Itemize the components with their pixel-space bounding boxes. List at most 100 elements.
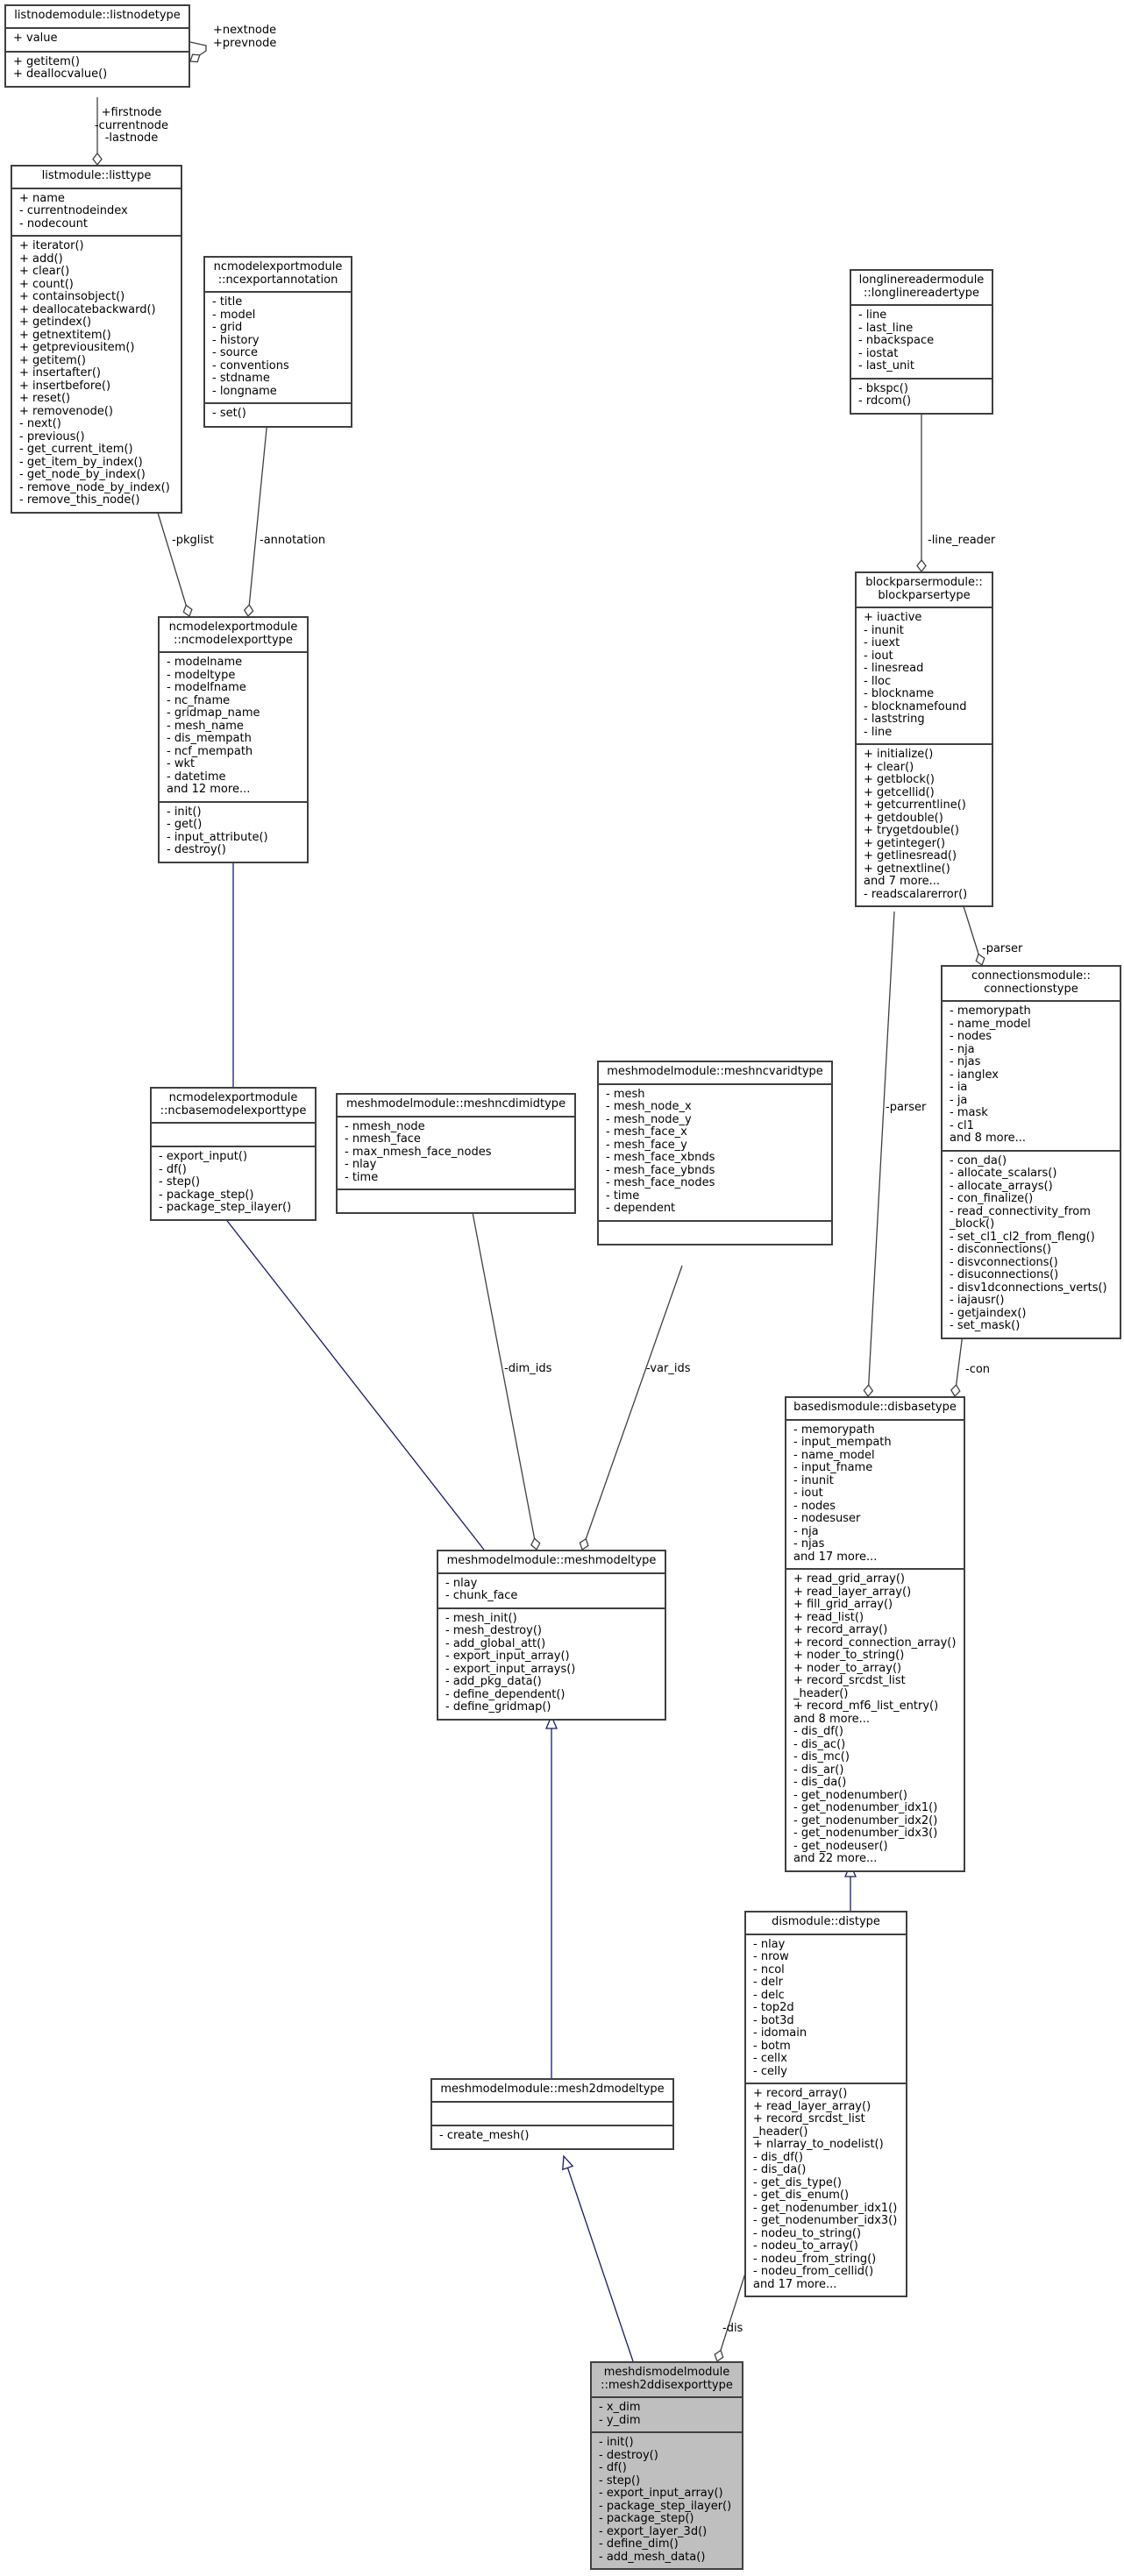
attribute: - stdname	[212, 372, 270, 385]
method: - init()	[599, 2436, 634, 2449]
attribute: - ncf_mempath	[167, 744, 253, 758]
class-box-mesh2ddisexporttype[interactable]: meshdismodelmodule ::mesh2ddisexporttype…	[590, 2361, 743, 2570]
method: - get_dis_enum()	[753, 2189, 850, 2202]
class-methods	[338, 1190, 574, 1212]
aggregation-diamond-icon	[530, 1537, 541, 1551]
class-box-meshncdimidtype[interactable]: meshmodelmodule::meshncdimidtype - nmesh_…	[336, 1093, 576, 1214]
attribute: + value	[13, 31, 58, 45]
class-box-connectionstype[interactable]: connectionsmodule:: connectionstype - mem…	[941, 965, 1121, 1339]
method: - con_finalize()	[950, 1192, 1034, 1205]
method: - add_pkg_data()	[445, 1675, 542, 1688]
class-box-ncbasemodelexporttype[interactable]: ncmodelexportmodule ::ncbasemodelexportt…	[150, 1087, 317, 1221]
attribute: - nbackspace	[858, 334, 935, 347]
association-edge-ncexportannotation-ncmodelexporttype	[243, 410, 269, 618]
attribute: - bot3d	[753, 2013, 794, 2027]
class-box-blockparsertype[interactable]: blockparsermodule:: blockparsertype + iua…	[855, 571, 993, 907]
class-methods: + initialize() + clear() + getblock() + get…	[857, 745, 992, 905]
attribute: - delr	[753, 1976, 784, 1989]
class-box-meshncvaridtype[interactable]: meshmodelmodule::meshncvaridtype - mesh - …	[597, 1061, 833, 1245]
attribute: - modelname	[167, 656, 243, 669]
attribute: - top2d	[753, 2001, 794, 2014]
method: - dis_ac()	[793, 1737, 846, 1751]
more-methods-note: and 8 more...	[793, 1712, 871, 1726]
attribute: - history	[212, 333, 260, 347]
method: + add()	[19, 252, 63, 266]
class-methods: - set()	[205, 404, 351, 426]
class-box-disbasetype[interactable]: basedismodule::disbasetype - memorypath - …	[785, 1396, 965, 1872]
method: - set()	[212, 407, 246, 420]
attribute: - time	[606, 1189, 640, 1203]
attribute: - wkt	[167, 757, 196, 770]
attribute: - nodesuser	[793, 1512, 861, 1525]
attribute: - nmesh_node	[345, 1119, 425, 1133]
class-methods: - init() - destroy() - df() - step() - expor…	[592, 2433, 742, 2568]
class-box-listnodetype[interactable]: listnodemodule::listnodetype + value + get…	[4, 4, 190, 88]
method: + noder_to_string()	[793, 1649, 905, 1662]
class-box-listtype[interactable]: listmodule::listtype + name - currentnodei…	[11, 165, 182, 514]
method: - allocate_scalars()	[950, 1167, 1057, 1180]
attribute: - x_dim	[599, 2401, 641, 2414]
method: + insertafter()	[19, 366, 101, 380]
aggregation-diamond-icon	[189, 53, 201, 63]
class-box-longlinereadertype[interactable]: longlinereadermodule ::longlinereadertyp…	[850, 269, 993, 415]
attribute: - chunk_face	[445, 1589, 518, 1602]
attribute: - idomain	[753, 2026, 807, 2040]
class-box-distype[interactable]: dismodule::distype - nlay - nrow - ncol - de…	[744, 1911, 907, 2297]
method: - read_connectivity_from _block()	[950, 1204, 1091, 1231]
method: - disuconnections()	[950, 1268, 1059, 1281]
class-methods: - create_mesh()	[432, 2126, 672, 2148]
method: + getindex()	[19, 316, 92, 329]
method: - get_item_by_index()	[19, 455, 143, 469]
aggregation-diamond-icon	[92, 152, 103, 167]
attribute: - input_fname	[793, 1461, 873, 1474]
method: - get_nodenumber_idx2()	[793, 1813, 938, 1827]
attribute: - iostat	[858, 346, 899, 360]
class-title: ncmodelexportmodule ::ncexportannotation	[205, 258, 351, 293]
edge-label: -var_ids	[646, 1362, 691, 1375]
attribute: - name_model	[950, 1017, 1031, 1031]
class-title: listmodule::listtype	[12, 167, 181, 189]
method: - export_input_array()	[599, 2487, 723, 2500]
class-box-ncexportannotation[interactable]: ncmodelexportmodule ::ncexportannotation…	[203, 256, 352, 428]
attribute: - model	[212, 308, 256, 322]
method: - define_dim()	[599, 2537, 679, 2551]
attribute: - mesh_node_y	[606, 1112, 692, 1126]
aggregation-diamond-icon	[182, 604, 193, 618]
method: - step()	[599, 2473, 641, 2487]
edge-label: -pkglist	[172, 534, 214, 547]
class-attributes: - x_dim - y_dim	[592, 2398, 742, 2433]
class-title: meshmodelmodule::meshmodeltype	[438, 1551, 665, 1574]
aggregation-diamond-icon	[916, 558, 927, 573]
method: + count()	[19, 277, 74, 291]
class-title: meshmodelmodule::meshncdimidtype	[338, 1095, 574, 1118]
attribute: - dependent	[606, 1202, 676, 1215]
attribute: - nlay	[445, 1576, 478, 1590]
class-attributes: + iuactive - inunit - iuext - iout - linesre…	[857, 608, 992, 745]
attribute: + name	[19, 191, 65, 205]
method: - export_layer_3d()	[599, 2524, 708, 2538]
class-attributes: + value	[6, 29, 189, 53]
method: - destroy()	[167, 843, 226, 856]
method: - bkspc()	[858, 381, 908, 395]
attribute: - blocknamefound	[864, 699, 967, 713]
method: - export_input_arrays()	[445, 1662, 576, 1676]
method: - get_nodenumber_idx1()	[793, 1801, 938, 1814]
edge-label: -con	[965, 1363, 991, 1376]
method: + initialize()	[864, 748, 934, 761]
class-box-meshmodeltype[interactable]: meshmodelmodule::meshmodeltype- nlay - ch…	[437, 1550, 666, 1721]
class-title: ncmodelexportmodule ::ncmodelexporttype	[160, 618, 307, 653]
class-title: listnodemodule::listnodetype	[6, 6, 189, 29]
method: + record_connection_array()	[793, 1636, 957, 1650]
more-attributes-note: and 12 more...	[167, 783, 251, 796]
edge-line	[247, 410, 269, 617]
attribute: - mesh_face_x	[606, 1125, 687, 1139]
method: - dis_da()	[753, 2163, 807, 2176]
class-title: meshmodelmodule::meshncvaridtype	[599, 1062, 831, 1085]
attribute: - iout	[793, 1487, 823, 1500]
class-box-ncmodelexporttype[interactable]: ncmodelexportmodule ::ncmodelexporttype-…	[158, 616, 309, 863]
attribute: - njas	[950, 1055, 981, 1068]
class-box-mesh2dmodeltype[interactable]: meshmodelmodule::mesh2dmodeltype - create…	[430, 2078, 674, 2150]
association-edge-listtype-ncmodelexporttype	[157, 512, 193, 618]
method: + clear()	[19, 265, 70, 278]
class-title: longlinereadermodule ::longlinereadertyp…	[851, 271, 992, 306]
